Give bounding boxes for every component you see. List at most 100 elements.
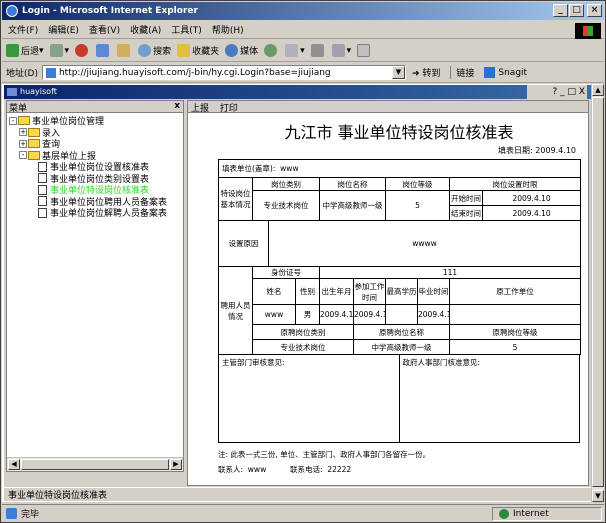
links-button[interactable]: 链接 (450, 66, 474, 79)
form-note: 注: 此表一式三份, 单位、主管部门、政府人事部门各留存一份。 (218, 450, 431, 459)
reason-value: wwww (267, 220, 582, 267)
opinions-section: 主管部门审核意见: 政府人事部门核准意见: (218, 355, 580, 443)
forward-arrow-icon (49, 44, 63, 57)
form-toolbar: 上报 打印 (188, 101, 588, 114)
status-bar: 完毕 Internet (2, 504, 604, 522)
unit-value: www (280, 164, 299, 173)
horizontal-scrollbar[interactable]: ◀ ▶ (7, 457, 183, 471)
home-button[interactable] (117, 44, 132, 57)
folder-icon (28, 127, 40, 137)
history-button[interactable] (264, 44, 279, 57)
discuss-icon (357, 44, 371, 57)
address-dropdown-icon[interactable]: ▼ (391, 66, 405, 79)
orig-category: 专业技术岗位 (252, 339, 354, 355)
expand-icon[interactable]: + (19, 139, 27, 148)
search-icon (138, 44, 152, 57)
tree-item[interactable]: + 录入 (9, 127, 183, 139)
print-form-button[interactable]: 打印 (220, 104, 238, 114)
expand-icon[interactable]: + (19, 128, 27, 137)
star-icon (177, 44, 191, 57)
printer-icon (310, 44, 324, 57)
report-button[interactable]: 上报 (191, 104, 209, 114)
hr-opinion: 政府人事部门核准意见: (402, 358, 481, 367)
go-button[interactable]: ➜ 转到 (412, 66, 440, 79)
folder-icon (28, 139, 40, 149)
window-title: Login - Microsoft Internet Explorer (22, 6, 198, 16)
forward-button[interactable]: ▾ (49, 44, 69, 57)
address-input[interactable]: http://jiujiang.huayisoft.com/j-bin/hy.c… (41, 65, 406, 80)
menu-pane: 菜单 x - 事业单位岗位管理 + 录入 + 查询 - 基层单位上报 事业单位岗位设置核准表 事业… (6, 100, 184, 472)
menu-tools[interactable]: 工具(T) (171, 23, 202, 36)
scroll-right-icon[interactable]: ▶ (170, 459, 182, 470)
app-icon (7, 87, 17, 96)
search-button[interactable]: 搜索 (138, 44, 171, 57)
close-button[interactable]: × (587, 4, 602, 17)
scroll-thumb[interactable] (21, 459, 169, 470)
mail-icon (285, 44, 299, 57)
person-education (385, 304, 418, 325)
edit-button[interactable]: ▾ (331, 44, 351, 57)
unit-row: 填表单位(盖章): www (217, 159, 582, 178)
menu-file[interactable]: 文件(F) (8, 23, 38, 36)
address-url: http://jiujiang.huayisoft.com/j-bin/hy.c… (58, 67, 331, 78)
person-birth: 2009.4.10 (319, 304, 354, 325)
snagit-icon (484, 67, 496, 78)
document-icon (38, 184, 47, 195)
address-label: 地址(D) (6, 69, 38, 79)
form-title: 九江市 事业单位特设岗位核准表 (284, 123, 514, 142)
menu-view[interactable]: 查看(V) (89, 23, 120, 36)
history-icon (264, 44, 278, 57)
zone-label: Internet (513, 509, 549, 519)
document-icon (38, 173, 47, 184)
contact-line: 联系人: www 联系电话: 22222 (218, 465, 352, 474)
mail-button[interactable]: ▾ (285, 44, 305, 57)
supervisor-opinion: 主管部门审核意见: (219, 355, 400, 442)
done-page-icon (6, 508, 17, 519)
app-status: 事业单位特设岗位核准表 (4, 487, 591, 501)
title-bar: Login - Microsoft Internet Explorer _ □ … (2, 2, 604, 20)
orig-level: 5 (448, 339, 582, 355)
back-button[interactable]: 后退 ▾ (6, 44, 44, 57)
collapse-icon[interactable]: - (19, 151, 27, 160)
menu-pane-close-icon[interactable]: x (174, 101, 180, 111)
basic-name: 中学高级教师一级 (319, 190, 386, 221)
scroll-down-icon[interactable]: ▼ (592, 490, 604, 502)
snagit-button[interactable]: Snagit (484, 67, 527, 78)
tree-item[interactable]: - 事业单位岗位管理 (9, 115, 183, 127)
favorites-button[interactable]: 收藏夹 (177, 44, 219, 57)
print-button[interactable] (310, 44, 326, 57)
media-icon (225, 44, 239, 57)
tree-item[interactable]: 事业单位岗位解聘人员备案表 (9, 207, 183, 219)
app-title: huayisoft (20, 87, 57, 96)
document-icon (38, 161, 47, 172)
scroll-up-icon[interactable]: ▲ (592, 84, 604, 96)
menu-edit[interactable]: 编辑(E) (48, 23, 79, 36)
person-gender: 男 (295, 304, 320, 325)
document-icon (38, 207, 47, 218)
vertical-scroll-thumb[interactable] (592, 97, 604, 487)
menu-pane-header: 菜单 x (7, 101, 183, 114)
menu-help[interactable]: 帮助(H) (212, 23, 244, 36)
menu-favorites[interactable]: 收藏(A) (130, 23, 161, 36)
maximize-button[interactable]: □ (569, 4, 584, 17)
discuss-button[interactable] (357, 44, 372, 57)
tree-item-label: 事业单位岗位解聘人员备案表 (50, 209, 168, 220)
collapse-icon[interactable]: - (9, 116, 17, 125)
status-text: 完毕 (21, 510, 40, 520)
form-table: 填表单位(盖章): www 特设岗位基本情况 岗位类别 岗位名称 岗位等级 岗位… (217, 159, 582, 355)
scroll-left-icon[interactable]: ◀ (8, 459, 20, 470)
person-section-label: 聘用人员情况 (218, 266, 253, 355)
app-window-buttons[interactable]: ? _ □ X (527, 85, 587, 99)
windows-logo-icon (575, 23, 601, 39)
stop-button[interactable] (75, 44, 90, 57)
page-icon (45, 67, 56, 78)
refresh-button[interactable] (96, 44, 111, 57)
vertical-scrollbar[interactable]: ▲ ▼ (591, 84, 604, 502)
address-bar: 地址(D) http://jiujiang.huayisoft.com/j-bi… (2, 63, 604, 83)
refresh-icon (96, 44, 110, 57)
minimize-button[interactable]: _ (553, 4, 568, 17)
menu-tree: - 事业单位岗位管理 + 录入 + 查询 - 基层单位上报 事业单位岗位设置核准表 事业单位岗位类… (7, 113, 183, 219)
form-pane: 上报 打印 九江市 事业单位特设岗位核准表 填表日期: 2009.4.10 填表… (187, 100, 589, 486)
media-button[interactable]: 媒体 (225, 44, 258, 57)
basic-start: 2009.4.10 (481, 190, 582, 206)
